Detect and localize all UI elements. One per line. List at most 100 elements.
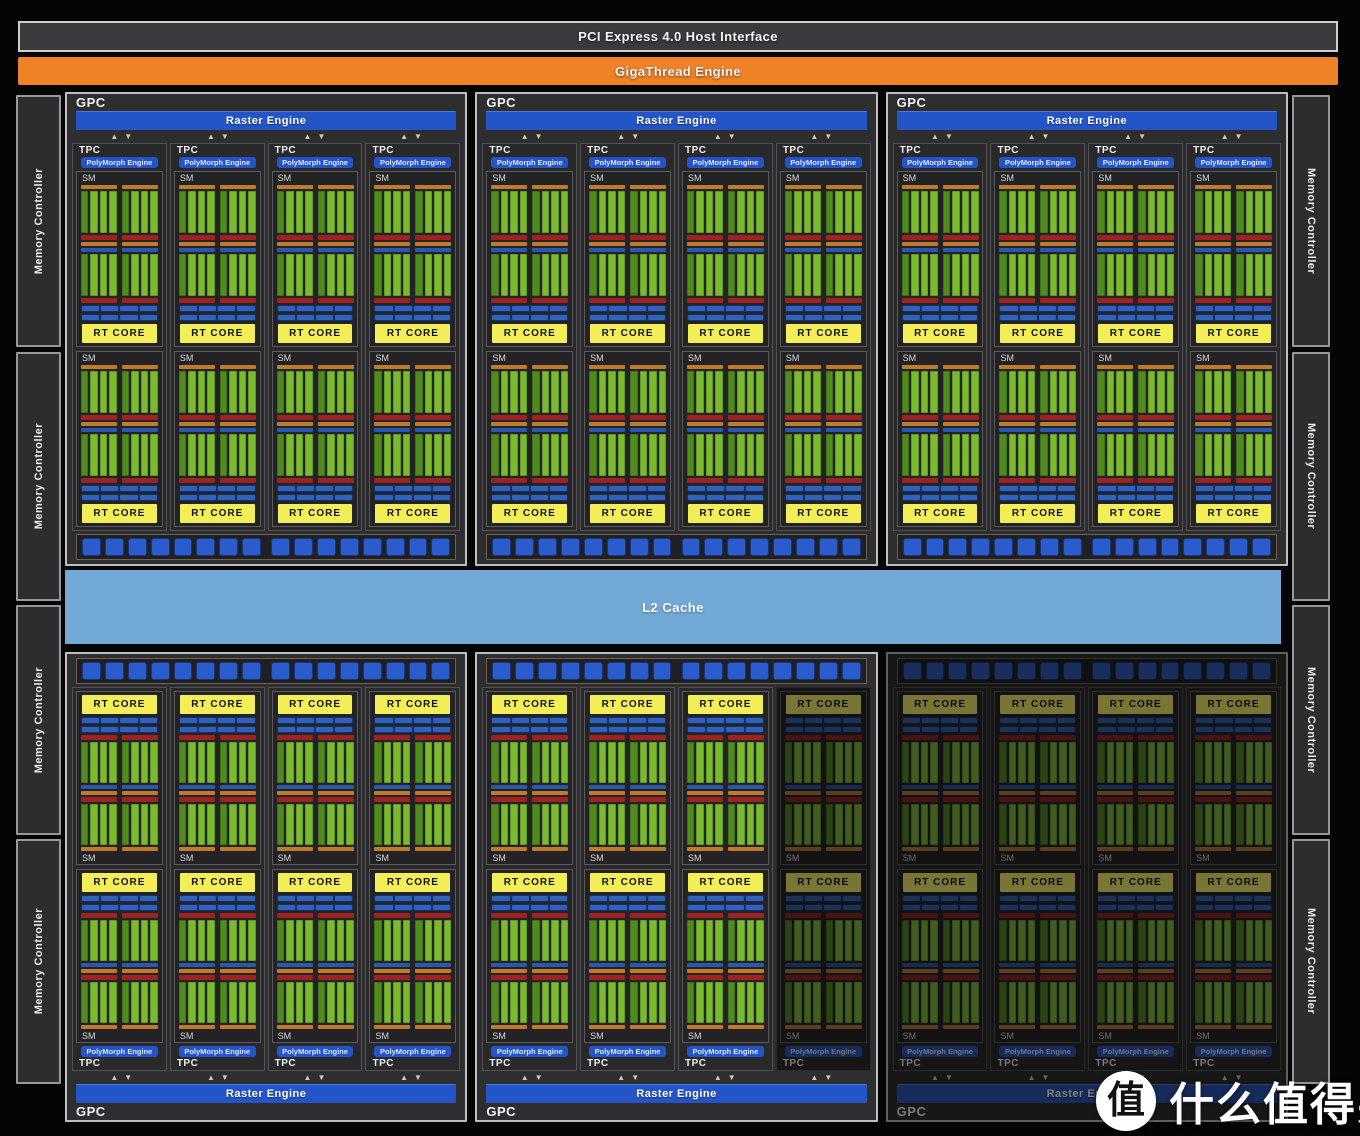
- blue-bar: [1097, 248, 1174, 252]
- texture-unit: [297, 905, 314, 910]
- cuda-core-column: [1116, 434, 1123, 476]
- orange-bar: [589, 969, 666, 973]
- cuda-core-column: [444, 254, 451, 296]
- red-bar-segment: [374, 735, 410, 740]
- core-half: [1138, 920, 1174, 961]
- texture-unit: [414, 306, 431, 311]
- rop-unit: [1040, 538, 1059, 556]
- smzdm-watermark: 值 什么值得买: [1096, 1068, 1360, 1133]
- texture-row: [687, 726, 764, 733]
- rop-unit: [796, 662, 815, 680]
- texture-row: [902, 904, 979, 911]
- tpc-block: TPCPolyMorph EngineSMRT CORESMRT CORE: [1186, 687, 1281, 1071]
- cuda-core-column: [141, 191, 148, 233]
- cuda-core-column: [141, 920, 148, 961]
- rop-unit: [219, 662, 238, 680]
- cuda-core-column: [532, 920, 539, 961]
- orange-bar-segment: [318, 791, 354, 795]
- tpc-block: TPCPolyMorph EngineSMRT CORESMRT CORE: [482, 143, 577, 531]
- orange-bar: [179, 422, 256, 426]
- rop-unit: [1161, 538, 1180, 556]
- red-bar-segment: [374, 478, 410, 483]
- orange-bar-segment: [630, 1025, 666, 1029]
- red-bar-segment: [122, 235, 158, 240]
- blue-bar-segment: [687, 248, 723, 252]
- cuda-core-column: [845, 191, 852, 233]
- red-bar: [589, 415, 666, 420]
- cuda-core-column: [930, 920, 937, 961]
- cuda-core-column: [1195, 371, 1202, 413]
- orange-bar-segment: [943, 969, 979, 973]
- blue-bar: [785, 963, 862, 967]
- core-half: [943, 804, 979, 845]
- up-arrow-icon: ▲: [1028, 1074, 1036, 1082]
- red-bar-segment: [122, 975, 158, 980]
- cuda-core-column: [393, 371, 400, 413]
- texture-unit: [120, 727, 137, 732]
- cuda-core-array: [1097, 742, 1174, 783]
- cuda-core-column: [542, 254, 549, 296]
- cuda-core-column: [696, 434, 703, 476]
- texture-unit: [922, 306, 939, 311]
- texture-unit: [590, 486, 607, 491]
- orange-bar-segment: [785, 791, 821, 795]
- rop-unit: [750, 538, 769, 556]
- cuda-core-column: [393, 804, 400, 845]
- texture-unit: [609, 905, 626, 910]
- cuda-core-column: [81, 804, 88, 845]
- cuda-core-array: [1097, 982, 1174, 1023]
- core-half: [1097, 804, 1133, 845]
- tpc-block: TPCPolyMorph EngineSMRT CORESMRT CORE: [170, 687, 265, 1071]
- blue-bar-segment: [826, 428, 862, 432]
- texture-unit: [512, 727, 529, 732]
- red-bar-segment: [415, 913, 451, 918]
- texture-row: [277, 895, 354, 902]
- orange-bar-segment: [374, 242, 410, 246]
- texture-unit: [180, 718, 197, 723]
- orange-bar: [277, 969, 354, 973]
- sm-label: SM: [999, 852, 1076, 864]
- orange-bar: [1195, 969, 1272, 973]
- texture-unit: [218, 718, 235, 723]
- red-bar: [785, 913, 862, 918]
- blue-bar-segment: [277, 785, 313, 789]
- orange-bar-segment: [1040, 969, 1076, 973]
- texture-unit: [609, 727, 626, 732]
- core-half: [415, 982, 451, 1023]
- red-bar-segment: [687, 735, 723, 740]
- cuda-core-column: [346, 371, 353, 413]
- blue-bar-segment: [491, 428, 527, 432]
- tpc-block: TPCPolyMorph EngineSMRT CORESMRT CORE: [170, 143, 265, 531]
- red-bar-segment: [589, 478, 625, 483]
- blue-bar-segment: [1040, 428, 1076, 432]
- texture-unit: [941, 727, 958, 732]
- blue-bar-segment: [277, 963, 313, 967]
- cuda-core-column: [1255, 742, 1262, 783]
- sm-label: SM: [785, 352, 862, 364]
- cuda-core-column: [561, 371, 568, 413]
- core-half: [728, 191, 764, 233]
- red-bar: [374, 975, 451, 980]
- cuda-core-column: [179, 191, 186, 233]
- texture-unit: [492, 486, 509, 491]
- cuda-core-column: [1040, 982, 1047, 1023]
- rop-unit: [727, 662, 746, 680]
- core-half: [630, 920, 666, 961]
- core-half: [122, 254, 158, 296]
- red-bar-segment: [318, 235, 354, 240]
- core-half: [785, 804, 821, 845]
- sm-label: SM: [589, 1030, 666, 1042]
- orange-bar: [179, 185, 256, 189]
- cuda-core-column: [599, 254, 606, 296]
- gigathread-engine-bar: GigaThread Engine: [18, 57, 1338, 85]
- red-bar-segment: [728, 913, 764, 918]
- sm-label: SM: [277, 172, 354, 184]
- sm-block: SMRT CORE: [1190, 691, 1277, 865]
- texture-row: [491, 726, 568, 733]
- sm-label: SM: [491, 172, 568, 184]
- cuda-core-column: [785, 254, 792, 296]
- red-bar-segment: [1138, 235, 1174, 240]
- red-bar-segment: [318, 415, 354, 420]
- gpc-label: GPC: [477, 94, 875, 111]
- orange-bar-segment: [318, 422, 354, 426]
